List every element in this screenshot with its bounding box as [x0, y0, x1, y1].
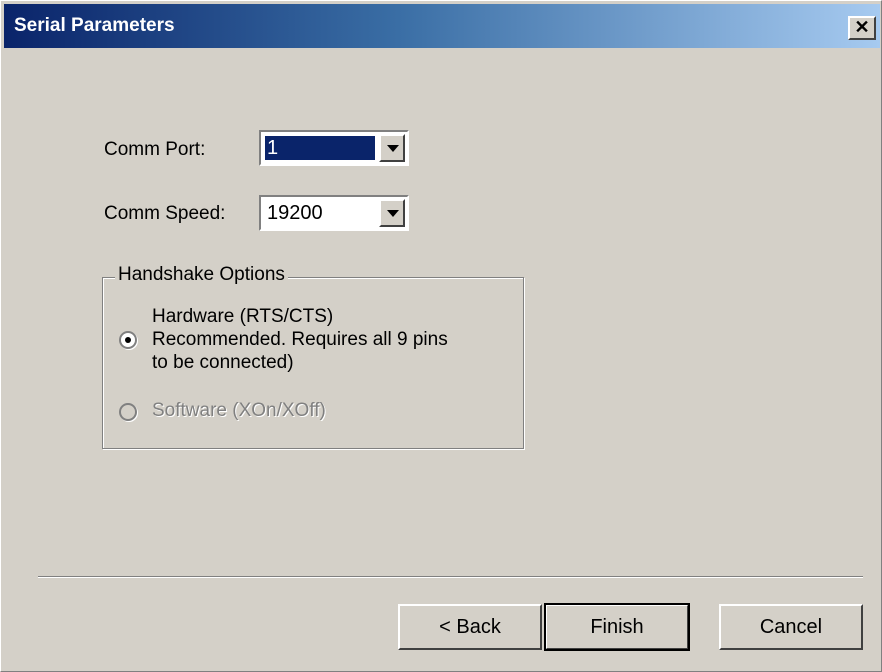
title-bar[interactable]: Serial Parameters ✕	[4, 4, 880, 48]
handshake-options-legend: Handshake Options	[115, 264, 288, 286]
comm-port-combobox[interactable]: 1	[259, 130, 409, 166]
hardware-radio-label[interactable]: Hardware (RTS/CTS) Recommended. Requires…	[152, 305, 448, 374]
back-button[interactable]: < Back	[398, 604, 542, 650]
comm-port-label: Comm Port:	[104, 139, 206, 160]
close-icon: ✕	[854, 17, 870, 37]
hardware-label-line3: to be connected)	[152, 352, 294, 373]
comm-speed-label: Comm Speed:	[104, 203, 226, 224]
comm-port-dropdown-arrow-icon[interactable]	[379, 134, 405, 162]
close-button[interactable]: ✕	[848, 16, 876, 40]
hardware-label-line2: Recommended. Requires all 9 pins	[152, 329, 448, 350]
finish-button[interactable]: Finish	[544, 603, 690, 651]
comm-speed-value: 19200	[267, 202, 323, 224]
software-radio-label: Software (XOn/XOff)	[152, 400, 326, 421]
comm-port-value: 1	[265, 136, 375, 160]
hardware-radio-button[interactable]	[119, 331, 137, 349]
serial-parameters-dialog: Serial Parameters ✕ Comm Port: 1 Comm Sp…	[0, 0, 882, 672]
comm-speed-dropdown-arrow-icon[interactable]	[379, 199, 405, 227]
cancel-button[interactable]: Cancel	[719, 604, 863, 650]
hardware-label-line1: Hardware (RTS/CTS)	[152, 306, 334, 327]
separator-line	[38, 576, 863, 578]
window-title: Serial Parameters	[14, 15, 175, 36]
software-radio-button	[119, 403, 137, 421]
comm-speed-combobox[interactable]: 19200	[259, 195, 409, 231]
